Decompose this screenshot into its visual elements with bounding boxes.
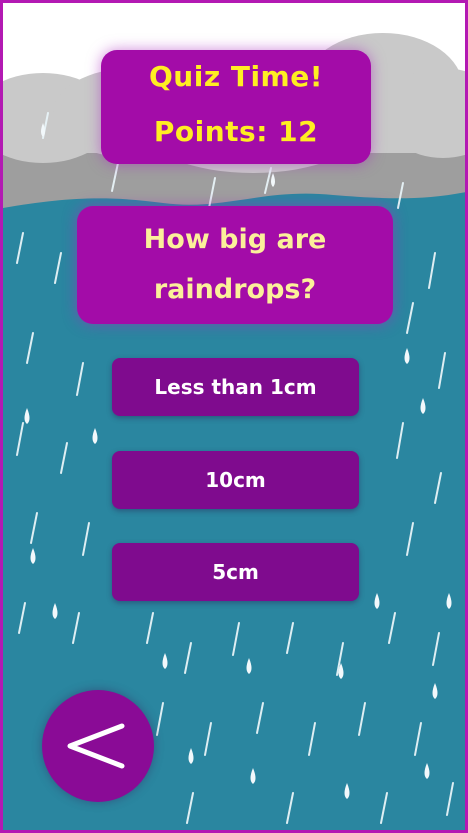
answer-button-10cm[interactable]: 10cm (112, 451, 359, 509)
quiz-title: Quiz Time! (148, 60, 323, 93)
back-button[interactable] (42, 690, 154, 802)
answer-button-less-than-1cm[interactable]: Less than 1cm (112, 358, 359, 416)
quiz-screen: Quiz Time! Points: 12 How big are raindr… (0, 0, 468, 833)
question-text: How big are raindrops? (143, 224, 327, 305)
question-card: How big are raindrops? (77, 206, 393, 324)
score-header-card: Quiz Time! Points: 12 (101, 50, 371, 164)
points-counter: Points: 12 (153, 115, 319, 148)
chevron-left-icon (67, 723, 125, 769)
answer-button-5cm[interactable]: 5cm (112, 543, 359, 601)
